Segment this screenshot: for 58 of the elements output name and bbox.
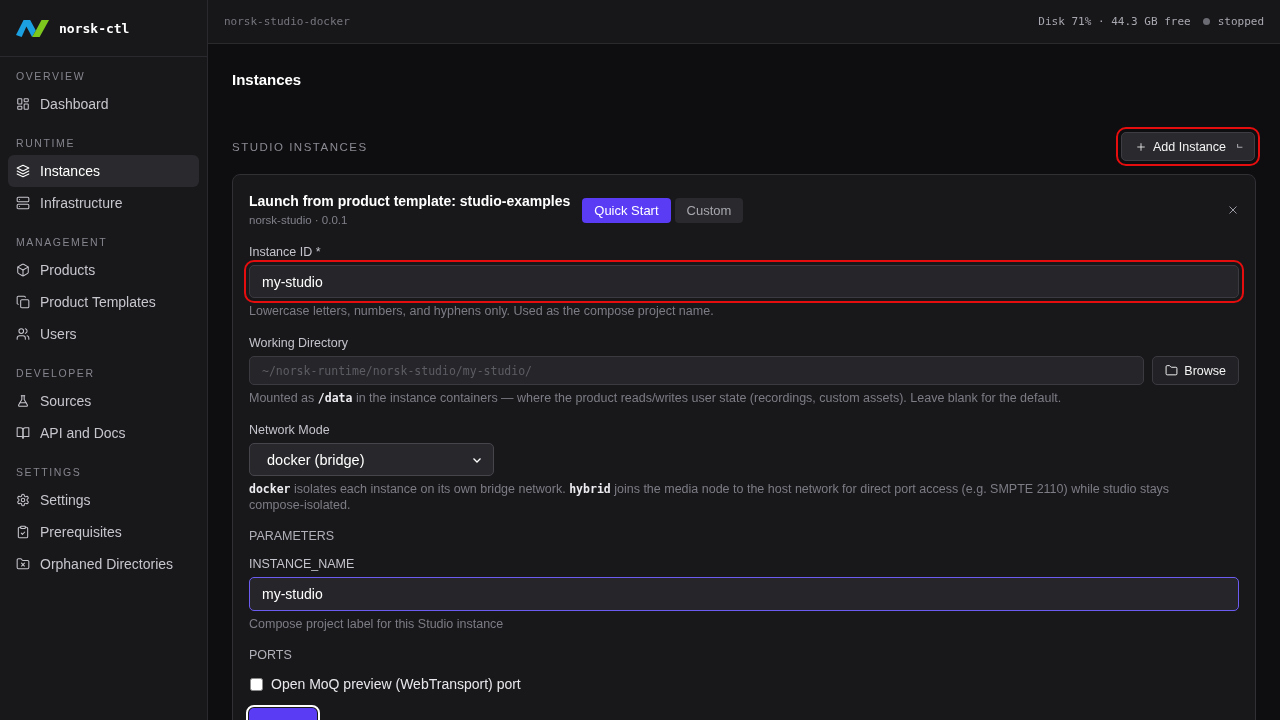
settings-icon xyxy=(16,493,30,507)
section-heading: STUDIO INSTANCES xyxy=(232,140,368,153)
sidebar-item[interactable]: Settings xyxy=(8,484,199,516)
sidebar-item[interactable]: Product Templates xyxy=(8,286,199,318)
group-heading: PARAMETERS xyxy=(249,529,336,543)
input-field[interactable]: ~/norsk-runtime/norsk-studio/my-studio/ xyxy=(249,356,1145,385)
brand-name: norsk-ctl xyxy=(59,20,130,36)
field-hint: Lowercase letters, numbers, and hyphens only. Used as the compose project name. xyxy=(249,303,715,319)
dropdown-select[interactable]: docker (bridge) xyxy=(249,443,494,476)
box-icon xyxy=(16,263,30,277)
page-title: Instances xyxy=(232,70,303,90)
checkbox[interactable] xyxy=(250,677,263,691)
sidebar-item[interactable]: Infrastructure xyxy=(8,187,199,219)
sidebar-item[interactable]: Users xyxy=(8,318,199,350)
mode-tab[interactable]: Quick Start xyxy=(582,197,671,223)
group-heading: PORTS xyxy=(249,648,293,662)
sidebar-item[interactable]: Instances xyxy=(8,155,199,187)
nav-section-title: OVERVIEW xyxy=(15,70,87,82)
field-hint: Mounted as /data in the instance containers — where the product reads/writes user state (recordings, custom assets). Leave blank for the default. xyxy=(249,390,1063,406)
input-field[interactable]: my-studio xyxy=(249,577,1239,611)
users-icon xyxy=(16,327,30,341)
folder-icon xyxy=(1165,364,1179,377)
layers-icon xyxy=(16,164,30,178)
field-hint: Compose project label for this Studio instance xyxy=(249,616,505,632)
field-label: INSTANCE_NAME xyxy=(249,557,356,571)
field-label: Working Directory xyxy=(249,336,350,350)
copy-icon xyxy=(16,295,30,309)
nav-section-title: SETTINGS xyxy=(15,466,83,478)
field-label: Network Mode xyxy=(249,423,331,437)
caret-icon xyxy=(1236,143,1244,150)
sidebar-item[interactable]: Sources xyxy=(8,385,199,417)
folder-x-icon xyxy=(16,557,30,571)
field-label: Instance ID * xyxy=(249,245,322,259)
clipboard-check-icon xyxy=(16,525,30,539)
sidebar-item[interactable]: Products xyxy=(8,254,199,286)
server-icon xyxy=(16,196,30,210)
nav-section-title: MANAGEMENT xyxy=(15,236,109,248)
dashboard-grid-icon xyxy=(16,97,30,111)
nav-section-title: RUNTIME xyxy=(15,137,77,149)
close-icon xyxy=(1227,204,1239,216)
status-text: stopped xyxy=(1217,15,1264,28)
sidebar-item[interactable]: Orphaned Directories xyxy=(8,548,199,580)
panel-subtitle: norsk-studio · 0.0.1 xyxy=(249,213,349,228)
project-name: norsk-studio-docker xyxy=(224,15,350,28)
plus-icon xyxy=(1136,141,1147,152)
disk-usage-text: Disk 71% · 44.3 GB free xyxy=(1038,15,1191,28)
checkbox-label[interactable]: Open MoQ preview (WebTransport) port xyxy=(271,676,521,692)
sidebar-item[interactable]: Prerequisites xyxy=(8,516,199,548)
sidebar-item[interactable]: Dashboard xyxy=(8,88,199,120)
mode-tab[interactable]: Custom xyxy=(674,197,744,223)
panel-title: Launch from product template: studio-examples xyxy=(249,192,571,210)
flask-icon xyxy=(16,394,30,408)
close-button[interactable] xyxy=(1227,204,1239,216)
nav-section-title: DEVELOPER xyxy=(15,367,96,379)
browse-button[interactable]: Browse xyxy=(1152,356,1239,385)
field-hint: docker isolates each instance on its own bridge network. hybrid joins the media node to the host network for direct port access (e.g. SMPTE 2110) while studio stays compose-isolated. xyxy=(249,481,1171,513)
book-icon xyxy=(16,426,30,440)
sidebar-item[interactable]: API and Docs xyxy=(8,417,199,449)
